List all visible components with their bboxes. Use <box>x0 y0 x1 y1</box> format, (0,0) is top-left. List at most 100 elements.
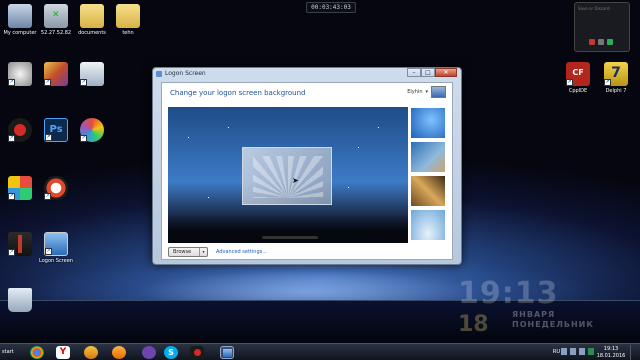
disk-icon: ↗ <box>8 62 32 86</box>
chevron-down-icon[interactable]: ▾ <box>199 248 207 256</box>
logon-screen-taskbar-icon[interactable] <box>220 346 234 359</box>
wallpaper-thumbnail[interactable] <box>410 209 446 241</box>
wallpaper-thumbnail[interactable] <box>410 141 446 173</box>
desktop-icon-documents[interactable]: documents <box>72 4 112 36</box>
window-title: Logon Screen <box>165 70 206 77</box>
computer-icon <box>8 4 32 28</box>
folder-icon <box>80 4 104 28</box>
shortcut-arrow-icon: ↗ <box>8 249 15 256</box>
background-preview: ➤ <box>168 107 408 243</box>
desktop-icon-cppide[interactable]: CF ↗ CppIDE <box>558 62 598 94</box>
browse-button-label: Browse <box>173 249 192 255</box>
skype-icon[interactable]: S <box>164 346 178 359</box>
start-button[interactable]: start <box>2 346 20 358</box>
blocks-icon: ↗ <box>8 176 32 200</box>
wallpaper-thumbnail-list[interactable] <box>410 107 446 243</box>
flag-icon[interactable] <box>561 348 567 355</box>
vlc-icon[interactable] <box>84 346 98 359</box>
clock-weekday: ПОНЕДЕЛЬНИК <box>512 320 594 329</box>
folder-icon <box>116 4 140 28</box>
language-indicator[interactable]: RU <box>553 349 560 355</box>
shortcut-arrow-icon: ↗ <box>8 135 15 142</box>
desktop-icon-scanner[interactable]: ↗ <box>72 62 112 88</box>
recorder-taskbar-icon[interactable] <box>190 346 204 359</box>
chrome-icon[interactable] <box>30 346 44 359</box>
desktop-icon-logon-screen[interactable]: ↗ Logon Screen <box>36 232 76 264</box>
photoshop-icon: Ps ↗ <box>44 118 68 142</box>
user-selector[interactable]: Elyhin ▾ <box>407 86 446 98</box>
tool-icon: ↗ <box>8 232 32 256</box>
desktop-icon-tehn[interactable]: tehn <box>108 4 148 36</box>
volume-icon[interactable] <box>579 348 585 355</box>
desktop-icon-recycle-bin[interactable] <box>0 288 40 314</box>
record-icon: ↗ <box>8 118 32 142</box>
desktop-icon-label: Logon Screen <box>39 258 73 264</box>
desktop-icon-delphi[interactable]: 7 ↗ Delphi 7 <box>596 62 636 94</box>
monitor-icon: ↗ <box>44 232 68 256</box>
network-icon[interactable] <box>570 348 576 355</box>
desktop-icon-ccleaner[interactable]: ↗ <box>36 176 76 202</box>
desktop-icon-recorder[interactable]: ↗ <box>0 118 40 144</box>
show-desktop-button[interactable] <box>630 345 638 360</box>
desktop-icon-tool[interactable]: ↗ <box>0 232 40 258</box>
pause-icon[interactable] <box>598 39 604 45</box>
desktop-icon-picasa[interactable]: ↗ <box>72 118 112 144</box>
media-player-icon[interactable] <box>112 346 126 359</box>
stop-icon[interactable] <box>607 39 613 45</box>
taskbar: start Y S RU 19:13 18.01.2016 <box>0 343 640 360</box>
desktop-icon-photoshop[interactable]: Ps ↗ <box>36 118 76 144</box>
taskbar-date[interactable]: 18.01.2016 <box>596 353 626 359</box>
avatar <box>431 86 446 98</box>
pinwheel-icon: ↗ <box>80 118 104 142</box>
shortcut-arrow-icon: ↗ <box>604 79 611 86</box>
desktop-icon-my-computer[interactable]: My computer <box>0 4 40 36</box>
shortcut-arrow-icon: ↗ <box>8 79 15 86</box>
yandex-icon[interactable]: Y <box>56 346 70 359</box>
desktop-icon-label: documents <box>78 30 106 36</box>
shortcut-arrow-icon: ↗ <box>80 79 87 86</box>
desktop-icon-remote[interactable]: ✕ 52.27.52.82 <box>36 4 76 36</box>
desktop-icon-disk-tool[interactable]: ↗ <box>0 62 40 88</box>
preview-taskbar <box>262 236 318 239</box>
cubes-icon: ↗ <box>44 62 68 86</box>
desktop-icon-label: 52.27.52.82 <box>40 30 72 36</box>
browse-button[interactable]: Browse ▾ <box>168 247 208 257</box>
app-icon <box>156 71 162 77</box>
page-title: Change your logon screen background <box>170 89 306 97</box>
desktop-icon-cubes[interactable]: ↗ <box>36 62 76 88</box>
clock-day: 18 <box>458 312 489 337</box>
mouse-cursor-icon: ➤ <box>292 176 299 185</box>
network-drive-icon: ✕ <box>44 4 68 28</box>
shortcut-arrow-icon: ↗ <box>566 79 573 86</box>
logon-panel-preview <box>242 147 332 205</box>
user-name: Elyhin <box>407 89 423 95</box>
shortcut-arrow-icon: ↗ <box>44 193 51 200</box>
taskbar-time[interactable]: 19:13 <box>596 346 626 352</box>
clock-month: ЯНВАРЯ <box>512 310 556 319</box>
wallpaper-thumbnail[interactable] <box>410 107 446 139</box>
advanced-settings-link[interactable]: Advanced settings... <box>216 249 267 255</box>
recorder-widget[interactable]: Save or Discard <box>574 2 630 52</box>
minimize-button[interactable]: – <box>407 68 421 77</box>
recycle-bin-icon <box>8 288 32 312</box>
desktop-icon-label: My computer <box>3 30 37 36</box>
desktop-icon-label: Delphi 7 <box>605 88 627 94</box>
wallpaper-thumbnail[interactable] <box>410 175 446 207</box>
recorder-widget-text: Save or Discard <box>578 6 610 11</box>
shortcut-arrow-icon: ↗ <box>45 134 52 141</box>
record-icon[interactable] <box>589 39 595 45</box>
desktop-icon-label: CppIDE <box>568 88 588 94</box>
ccleaner-icon: ↗ <box>44 176 68 200</box>
scanner-icon: ↗ <box>80 62 104 86</box>
logon-screen-window: Logon Screen – □ ✕ Change your logon scr… <box>152 67 462 265</box>
window-client: Change your logon screen background Elyh… <box>161 82 453 260</box>
viber-icon[interactable] <box>142 346 156 359</box>
desktop-icon-blocks[interactable]: ↗ <box>0 176 40 202</box>
window-titlebar[interactable]: Logon Screen – □ ✕ <box>153 68 461 80</box>
close-button[interactable]: ✕ <box>435 68 457 77</box>
maximize-button[interactable]: □ <box>421 68 435 77</box>
chevron-down-icon: ▾ <box>425 89 428 95</box>
delphi-icon: 7 ↗ <box>604 62 628 86</box>
clock-time: 19:13 <box>458 276 559 311</box>
battery-icon[interactable] <box>588 348 594 355</box>
